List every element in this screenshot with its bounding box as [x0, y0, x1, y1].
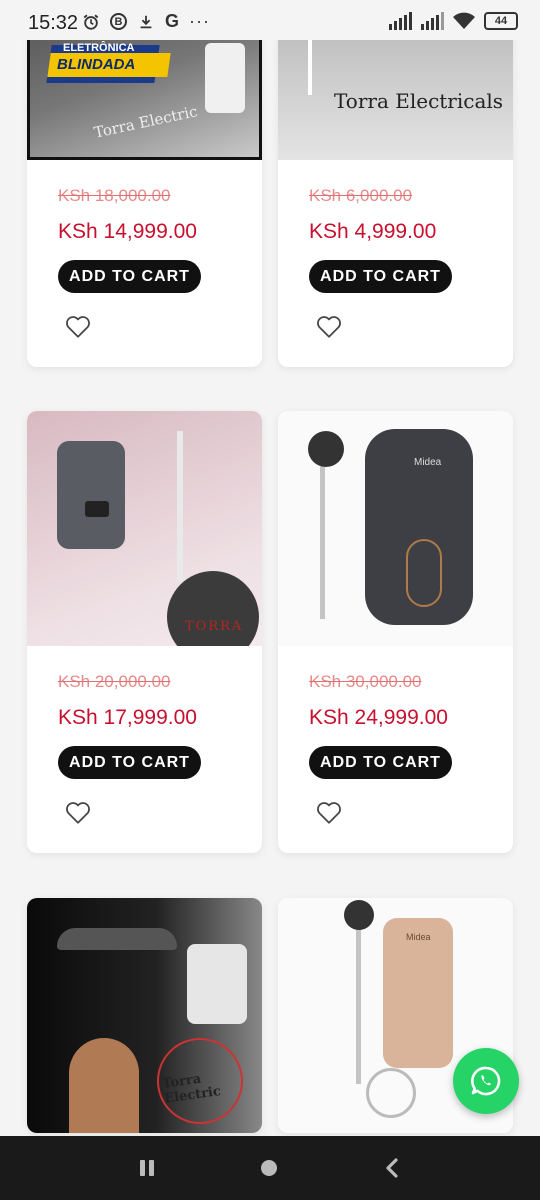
google-icon: G	[165, 11, 180, 31]
product-card[interactable]: Torra Electricals KSh 6,000.00 KSh 4,999…	[278, 0, 513, 367]
image-label: TORRA	[185, 619, 244, 634]
add-to-cart-button[interactable]: ADD TO CART	[309, 260, 452, 293]
system-nav-bar	[0, 1136, 540, 1200]
b-badge-icon: B	[110, 13, 127, 30]
product-image[interactable]: TORRA	[27, 411, 262, 646]
wishlist-heart-icon[interactable]	[316, 801, 342, 825]
old-price: KSh 6,000.00	[309, 186, 413, 205]
home-icon[interactable]	[261, 1160, 277, 1176]
whatsapp-chat-button[interactable]	[453, 1048, 519, 1114]
whatsapp-icon	[471, 1066, 501, 1096]
battery-icon: 44	[484, 12, 518, 30]
wishlist-heart-icon[interactable]	[65, 315, 91, 339]
image-label: Midea	[406, 932, 431, 942]
image-label: Midea	[414, 457, 442, 468]
product-image[interactable]: Torra Electric	[27, 898, 262, 1133]
wishlist-heart-icon[interactable]	[65, 801, 91, 825]
download-icon	[140, 15, 152, 28]
old-price: KSh 30,000.00	[309, 672, 422, 691]
alarm-icon	[83, 14, 99, 30]
product-image[interactable]: Midea	[278, 411, 513, 646]
product-grid: ELETRÔNICA BLINDADA Torra Electric KSh 1…	[0, 0, 540, 1136]
status-bar: 15:32 B G ··· 44	[0, 0, 540, 40]
more-icon: ···	[189, 11, 210, 31]
product-card[interactable]: Torra Electric	[27, 898, 262, 1133]
sale-price: KSh 17,999.00	[58, 706, 197, 729]
signal-icon	[389, 12, 412, 30]
status-time: 15:32	[28, 12, 79, 34]
add-to-cart-button[interactable]: ADD TO CART	[58, 746, 201, 779]
signal-icon	[421, 12, 444, 30]
add-to-cart-button[interactable]: ADD TO CART	[309, 746, 452, 779]
old-price: KSh 20,000.00	[58, 672, 171, 691]
image-label: Torra Electricals	[334, 89, 504, 113]
back-icon[interactable]	[385, 1158, 399, 1178]
wishlist-heart-icon[interactable]	[316, 315, 342, 339]
product-card[interactable]: ELETRÔNICA BLINDADA Torra Electric KSh 1…	[27, 0, 262, 367]
product-card[interactable]: Midea KSh 30,000.00 KSh 24,999.00 ADD TO…	[278, 411, 513, 853]
image-label: BLINDADA	[57, 56, 136, 73]
old-price: KSh 18,000.00	[58, 186, 171, 205]
wifi-icon	[453, 12, 475, 29]
sale-price: KSh 14,999.00	[58, 220, 197, 243]
product-card[interactable]: TORRA KSh 20,000.00 KSh 17,999.00 ADD TO…	[27, 411, 262, 853]
recents-icon[interactable]	[140, 1160, 156, 1176]
add-to-cart-button[interactable]: ADD TO CART	[58, 260, 201, 293]
sale-price: KSh 4,999.00	[309, 220, 437, 243]
sale-price: KSh 24,999.00	[309, 706, 448, 729]
